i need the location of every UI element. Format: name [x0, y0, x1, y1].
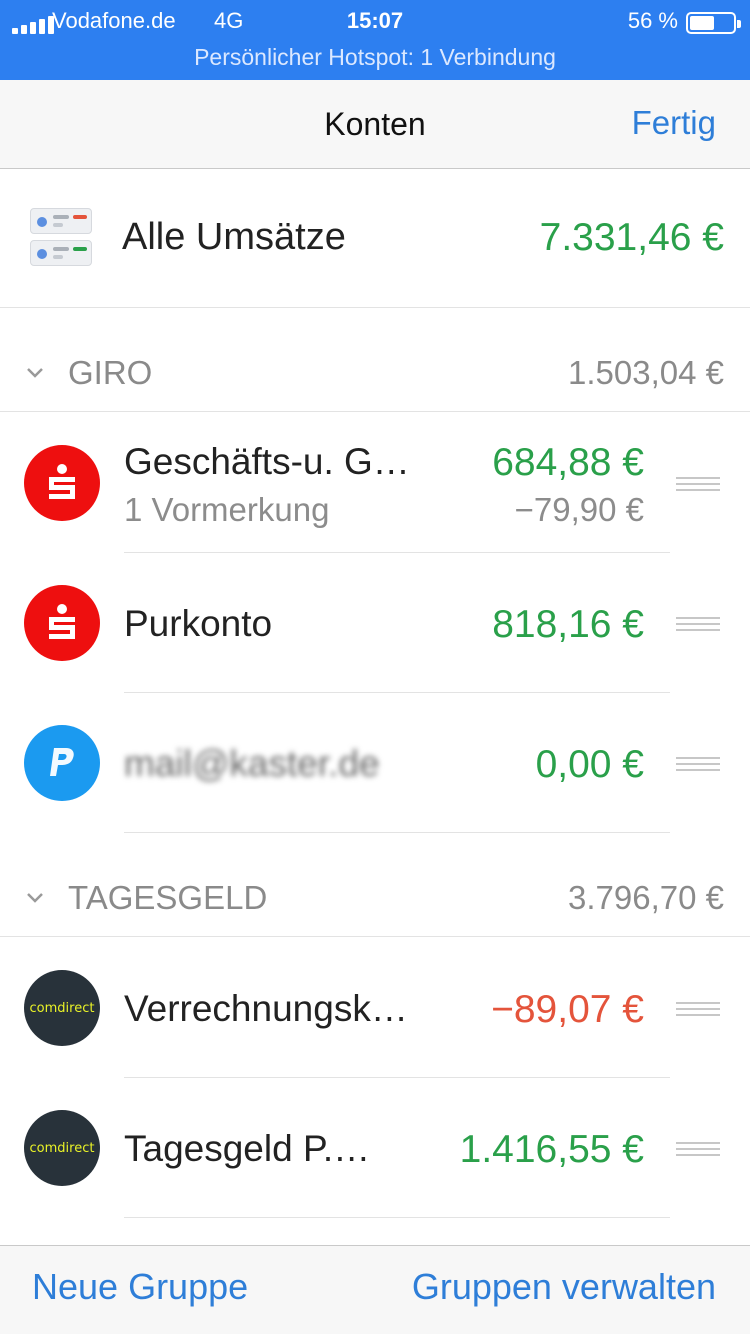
all-transactions-label: Alle Umsätze [122, 216, 346, 258]
account-balance: 818,16 € [492, 603, 644, 646]
sparkasse-icon [24, 585, 100, 661]
done-button[interactable]: Fertig [632, 104, 716, 142]
account-name: Geschäfts-u. G… [124, 441, 410, 482]
all-transactions-amount: 7.331,46 € [539, 216, 724, 259]
chevron-down-icon[interactable] [26, 364, 44, 382]
group-total: 1.503,04 € [568, 354, 724, 391]
status-bar: Vodafone.de 4G 15:07 56 % Persönlicher H… [0, 0, 750, 80]
account-row[interactable]: mail@kaster.de 0,00 € [0, 693, 750, 833]
reorder-handle-icon[interactable] [676, 617, 720, 633]
account-balance: 1.416,55 € [459, 1128, 644, 1171]
comdirect-icon: comdirect [24, 970, 100, 1046]
battery-percentage: 56 % [627, 8, 678, 33]
group-name: GIRO [68, 354, 153, 391]
group-total: 3.796,70 € [568, 879, 724, 916]
battery-icon [686, 12, 741, 34]
group-name: TAGESGELD [68, 879, 268, 916]
account-row[interactable]: comdirect Tagesgeld P.… 1.416,55 € [0, 1078, 750, 1218]
reorder-handle-icon[interactable] [676, 1002, 720, 1018]
account-pending-label: 1 Vormerkung [124, 491, 330, 528]
new-group-button[interactable]: Neue Gruppe [32, 1266, 248, 1308]
navigation-bar: Konten Fertig [0, 80, 750, 169]
reorder-handle-icon[interactable] [676, 1142, 720, 1158]
account-name: Tagesgeld P.… [124, 1128, 371, 1169]
reorder-handle-icon[interactable] [676, 477, 720, 493]
account-balance: 684,88 € [492, 441, 644, 484]
manage-groups-button[interactable]: Gruppen verwalten [412, 1266, 716, 1308]
group-header-tagesgeld[interactable]: TAGESGELD 3.796,70 € [0, 833, 750, 937]
hotspot-banner[interactable]: Persönlicher Hotspot: 1 Verbindung [0, 44, 750, 71]
bottom-toolbar: Neue Gruppe Gruppen verwalten [0, 1245, 750, 1334]
account-balance: 0,00 € [535, 743, 644, 786]
account-row[interactable]: Geschäfts-u. G… 1 Vormerkung 684,88 € −7… [0, 413, 750, 553]
account-name: Verrechnungsk… [124, 988, 408, 1029]
chevron-down-icon[interactable] [26, 889, 44, 907]
paypal-icon [24, 725, 100, 801]
account-pending-amount: −79,90 € [514, 491, 644, 528]
row-divider [124, 1217, 670, 1218]
comdirect-icon: comdirect [24, 1110, 100, 1186]
account-name: mail@kaster.de [124, 743, 380, 784]
reorder-handle-icon[interactable] [676, 757, 720, 773]
all-transactions-icon [30, 208, 92, 268]
all-transactions-row[interactable]: Alle Umsätze 7.331,46 € [0, 170, 750, 308]
account-balance: −89,07 € [491, 988, 644, 1031]
account-row[interactable]: comdirect Verrechnungsk… −89,07 € [0, 938, 750, 1078]
account-row[interactable]: Purkonto 818,16 € [0, 553, 750, 693]
sparkasse-icon [24, 445, 100, 521]
account-name: Purkonto [124, 603, 273, 644]
group-header-giro[interactable]: GIRO 1.503,04 € [0, 308, 750, 412]
